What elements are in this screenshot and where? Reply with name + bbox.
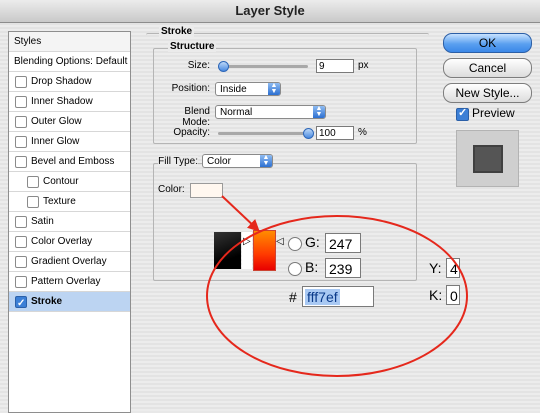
annotation-ellipse [206, 215, 468, 377]
annotation-overlay [206, 195, 468, 377]
annotation-arrow [221, 195, 260, 232]
